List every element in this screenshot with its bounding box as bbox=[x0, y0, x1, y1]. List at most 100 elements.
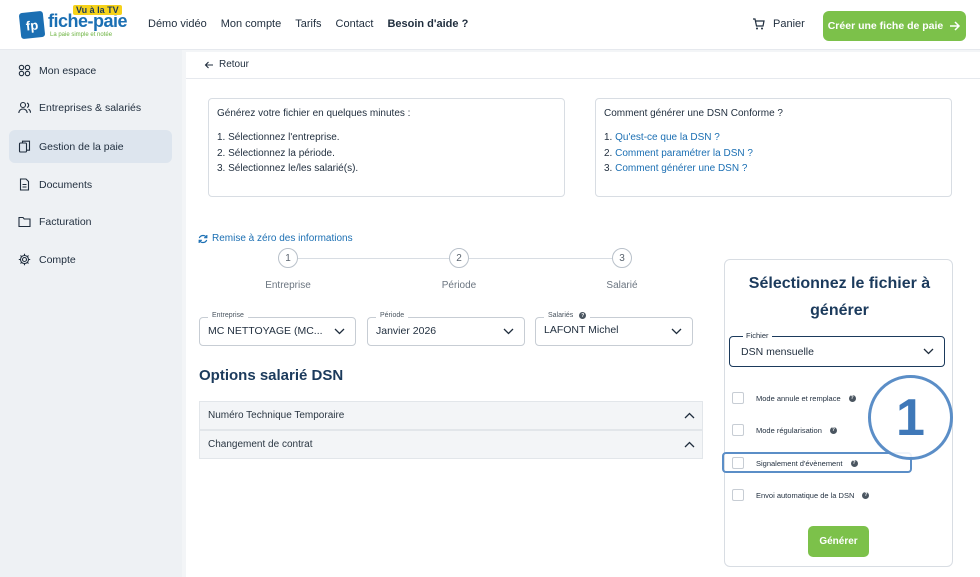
chevron-down-icon bbox=[671, 328, 682, 335]
chevron-up-icon bbox=[684, 412, 695, 419]
checkbox[interactable] bbox=[732, 489, 744, 501]
dsn-help-item: 2. Comment paramétrer la DSN ? bbox=[604, 146, 943, 162]
divider bbox=[186, 78, 980, 79]
folder-icon bbox=[18, 216, 31, 228]
salaries-select[interactable]: Salariés? LAFONT Michel bbox=[535, 312, 693, 346]
back-label: Retour bbox=[219, 59, 250, 70]
file-type-label: Fichier bbox=[743, 331, 772, 340]
instructions-list: 1. Sélectionnez l'entreprise. 2. Sélecti… bbox=[217, 130, 556, 177]
step-circle: 1 bbox=[278, 248, 298, 268]
arrow-left-icon bbox=[204, 61, 213, 68]
reset-label: Remise à zéro des informations bbox=[212, 233, 353, 244]
logo-tagline: La paie simple et notée bbox=[50, 32, 113, 38]
help-icon[interactable]: ? bbox=[579, 312, 587, 319]
main-nav: Démo vidéo Mon compte Tarifs Contact Bes… bbox=[148, 18, 468, 30]
logo-mark: fp bbox=[18, 10, 46, 40]
periode-select-value: Janvier 2026 bbox=[376, 325, 437, 337]
checkbox-label: Envoi automatique de la DSN bbox=[756, 490, 855, 500]
document-icon bbox=[19, 178, 30, 191]
periode-select[interactable]: Période Janvier 2026 bbox=[367, 312, 525, 346]
step-circle: 2 bbox=[449, 248, 469, 268]
dsn-help-title: Comment générer une DSN Conforme ? bbox=[604, 108, 783, 119]
chevron-down-icon bbox=[334, 328, 345, 335]
cart-link[interactable]: Panier bbox=[752, 18, 805, 30]
sidebar-item-gestion-paie[interactable]: Gestion de la paie bbox=[9, 130, 172, 163]
instructions-title: Générez votre fichier en quelques minute… bbox=[217, 108, 411, 119]
arrow-right-icon bbox=[950, 21, 961, 31]
instruction-step: 3. Sélectionnez le/les salarié(s). bbox=[217, 163, 359, 174]
checkbox[interactable] bbox=[732, 392, 744, 404]
sidebar-item-label: Entreprises & salariés bbox=[39, 101, 142, 114]
accordion-label: Changement de contrat bbox=[208, 439, 313, 450]
main-content: Retour Générez votre fichier en quelques… bbox=[186, 52, 980, 577]
grid-icon bbox=[18, 64, 31, 77]
entreprise-select[interactable]: Entreprise MC NETTOYAGE (MC... bbox=[199, 312, 356, 346]
generate-button[interactable]: Générer bbox=[808, 526, 869, 557]
dsn-help-num: 3. bbox=[604, 163, 613, 174]
checkbox-label: Mode annule et remplace bbox=[756, 393, 841, 403]
panel-title: Sélectionnez le fichier à générer bbox=[748, 275, 931, 319]
logo-tv-badge: Vu à la TV bbox=[73, 5, 122, 15]
refresh-icon bbox=[198, 234, 208, 243]
chevron-up-icon bbox=[684, 441, 695, 448]
nav-besoin-aide[interactable]: Besoin d'aide ? bbox=[387, 18, 468, 30]
accordion-changement-contrat[interactable]: Changement de contrat bbox=[199, 430, 703, 459]
file-type-value: DSN mensuelle bbox=[741, 346, 814, 358]
step-circle: 3 bbox=[612, 248, 632, 268]
sidebar-item-label: Mon espace bbox=[39, 64, 97, 77]
step-label: Période bbox=[441, 280, 477, 291]
dsn-help-list: 1. Qu'est-ce que la DSN ? 2. Comment par… bbox=[604, 130, 943, 177]
step-label: Salarié bbox=[606, 280, 638, 291]
instruction-step: 2. Sélectionnez la période. bbox=[217, 147, 335, 159]
accordion-numero-technique[interactable]: Numéro Technique Temporaire bbox=[199, 401, 703, 430]
stepper-line bbox=[298, 258, 449, 259]
sidebar-item-entreprises[interactable]: Entreprises & salariés bbox=[9, 91, 172, 124]
instruction-step: 1. Sélectionnez l'entreprise. bbox=[217, 132, 340, 143]
sidebar-item-facturation[interactable]: Facturation bbox=[9, 205, 172, 238]
create-payslip-button[interactable]: Créer une fiche de paie bbox=[823, 11, 966, 41]
sidebar: Mon espace Entreprises & salariés Gestio… bbox=[0, 50, 182, 577]
site-logo[interactable]: fp fiche-paie Vu à la TV La paie simple … bbox=[18, 5, 128, 44]
nav-demo-video[interactable]: Démo vidéo bbox=[148, 18, 207, 30]
salaries-select-label: Salariés bbox=[548, 312, 574, 319]
reset-link[interactable]: Remise à zéro des informations bbox=[198, 233, 353, 244]
instructions-box: Générez votre fichier en quelques minute… bbox=[208, 98, 565, 197]
back-link[interactable]: Retour bbox=[204, 59, 249, 70]
nav-contact[interactable]: Contact bbox=[336, 18, 374, 30]
nav-tarifs[interactable]: Tarifs bbox=[295, 18, 321, 30]
checkbox[interactable] bbox=[732, 424, 744, 436]
highlight-box bbox=[722, 452, 912, 473]
sidebar-item-label: Facturation bbox=[39, 215, 92, 228]
cart-icon bbox=[753, 18, 765, 30]
option-regularisation: Mode régularisation ? bbox=[732, 423, 837, 437]
copy-icon bbox=[18, 140, 31, 153]
dsn-help-link[interactable]: Comment générer une DSN ? bbox=[615, 163, 747, 174]
sidebar-item-compte[interactable]: Compte bbox=[9, 243, 172, 276]
file-generation-panel: Sélectionnez le fichier à générer Fichie… bbox=[722, 259, 953, 567]
dsn-help-num: 2. bbox=[604, 147, 613, 159]
dsn-help-link[interactable]: Qu'est-ce que la DSN ? bbox=[615, 132, 720, 143]
sidebar-item-documents[interactable]: Documents bbox=[9, 168, 172, 201]
entreprise-select-value: MC NETTOYAGE (MC... bbox=[208, 325, 323, 337]
sidebar-item-label: Documents bbox=[39, 178, 93, 191]
chevron-down-icon bbox=[923, 348, 934, 355]
entreprise-select-label: Entreprise bbox=[208, 312, 248, 319]
help-icon[interactable]: ? bbox=[848, 394, 856, 402]
option-annule-remplace: Mode annule et remplace ? bbox=[732, 391, 856, 405]
help-icon[interactable]: ? bbox=[829, 426, 837, 434]
dsn-help-link[interactable]: Comment paramétrer la DSN ? bbox=[615, 148, 753, 159]
accordion-label: Numéro Technique Temporaire bbox=[208, 410, 345, 421]
cart-label: Panier bbox=[773, 18, 805, 30]
options-title: Options salarié DSN bbox=[199, 367, 344, 384]
dsn-help-item: 1. Qu'est-ce que la DSN ? bbox=[604, 130, 943, 146]
option-envoi-automatique: Envoi automatique de la DSN ? bbox=[732, 488, 870, 502]
step-label: Entreprise bbox=[265, 280, 311, 291]
help-icon[interactable]: ? bbox=[862, 491, 870, 499]
sidebar-item-mon-espace[interactable]: Mon espace bbox=[9, 54, 172, 87]
file-type-select[interactable]: Fichier DSN mensuelle bbox=[729, 331, 945, 367]
create-payslip-label: Créer une fiche de paie bbox=[827, 20, 944, 32]
gear-icon bbox=[18, 253, 31, 266]
nav-mon-compte[interactable]: Mon compte bbox=[221, 18, 282, 30]
checkbox-label: Mode régularisation bbox=[756, 425, 822, 435]
dsn-help-box: Comment générer une DSN Conforme ? 1. Qu… bbox=[595, 98, 952, 197]
